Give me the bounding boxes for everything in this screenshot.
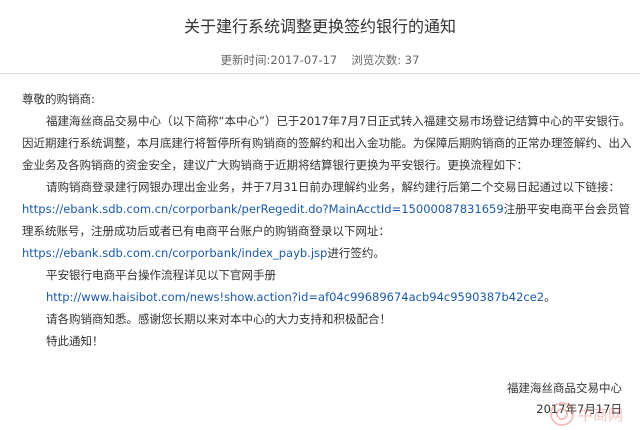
manual-link-suffix: 。 bbox=[544, 290, 556, 304]
manual-link[interactable]: http://www.haisibot.com/news!show.action… bbox=[46, 290, 544, 304]
update-time: 更新时间:2017-07-17 bbox=[220, 53, 338, 67]
signature-org: 福建海丝商品交易中心 bbox=[507, 381, 622, 395]
paragraph-intro: 福建海丝商品交易中心（以下简称“本中心”）已于2017年7月7日正式转入福建交易… bbox=[22, 114, 632, 172]
notice-page: 关于建行系统调整更换签约银行的通知 更新时间:2017-07-17 浏览次数: 3… bbox=[0, 0, 640, 430]
page-title: 关于建行系统调整更换签约银行的通知 bbox=[183, 17, 456, 36]
article-body: 尊敬的购销商: 福建海丝商品交易中心（以下简称“本中心”）已于2017年7月7日… bbox=[22, 88, 632, 352]
title-divider bbox=[0, 73, 640, 74]
signature-block: 福建海丝商品交易中心 2017年7月17日 bbox=[507, 378, 622, 420]
sign-link[interactable]: https://ebank.sdb.com.cn/corporbank/inde… bbox=[22, 246, 327, 260]
register-link[interactable]: https://ebank.sdb.com.cn/corporbank/perR… bbox=[22, 202, 504, 216]
paragraph-process: 请购销商登录建行网银办理出金业务，并于7月31日前办理解约业务，解约建行后第二个… bbox=[22, 176, 632, 264]
process-text-suffix: 进行签约。 bbox=[327, 246, 385, 260]
process-text-prefix: 请购销商登录建行网银办理出金业务，并于7月31日前办理解约业务，解约建行后第二个… bbox=[46, 180, 620, 194]
closing-thanks: 请各购销商知悉。感谢您长期以来对本中心的大力支持和积极配合！ bbox=[46, 312, 391, 326]
article-meta: 更新时间:2017-07-17 浏览次数: 37 bbox=[0, 52, 640, 68]
manual-line: 平安银行电商平台操作流程详见以下官网手册 bbox=[46, 268, 276, 282]
manual-link-line: http://www.haisibot.com/news!show.action… bbox=[22, 286, 632, 308]
greeting: 尊敬的购销商: bbox=[22, 92, 95, 106]
signature-date: 2017年7月17日 bbox=[536, 402, 622, 416]
view-count: 浏览次数: 37 bbox=[351, 53, 420, 67]
closing-notice: 特此通知！ bbox=[46, 334, 104, 348]
